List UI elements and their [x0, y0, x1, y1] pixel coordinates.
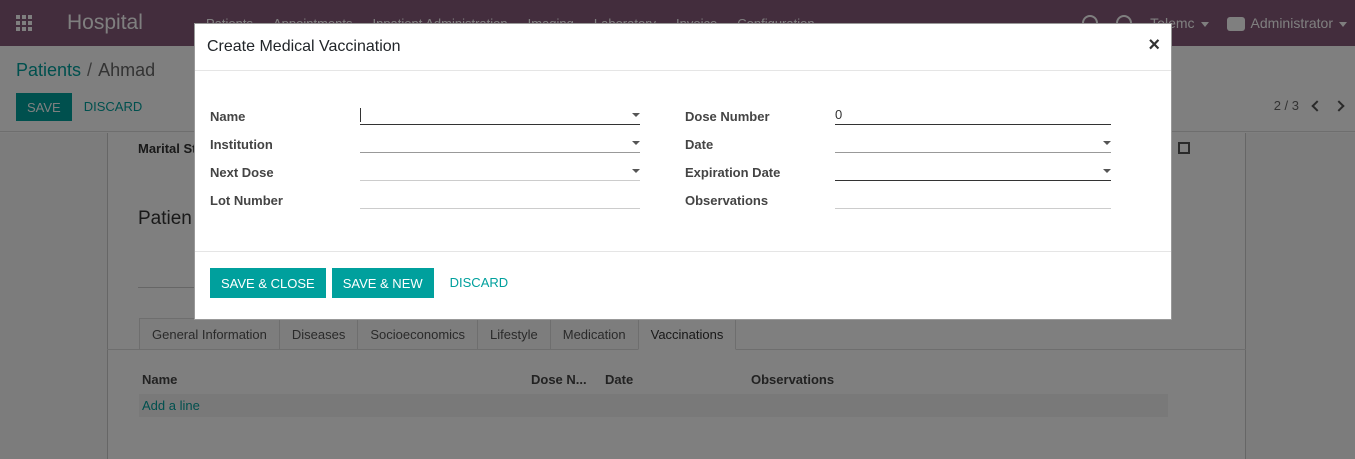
- expiration-date-label: Expiration Date: [685, 165, 781, 180]
- date-field[interactable]: [835, 135, 1111, 153]
- name-label: Name: [210, 109, 246, 124]
- close-icon[interactable]: ×: [1148, 35, 1160, 55]
- create-vaccination-dialog: Create Medical Vaccination × Name Instit…: [194, 23, 1172, 320]
- date-label: Date: [685, 137, 714, 152]
- next-dose-field[interactable]: [360, 163, 640, 181]
- text-cursor: [360, 108, 361, 122]
- expiration-date-field[interactable]: [835, 163, 1111, 181]
- dose-number-field[interactable]: 0: [835, 107, 1111, 125]
- dose-number-label: Dose Number: [685, 109, 770, 124]
- dialog-footer-buttons: SAVE & CLOSE SAVE & NEW DISCARD: [210, 268, 518, 298]
- dialog-footer: SAVE & CLOSE SAVE & NEW DISCARD: [195, 251, 1171, 319]
- dialog-body: Name Institution Next Dose Lot Number Do…: [195, 72, 1171, 251]
- dialog-header: Create Medical Vaccination ×: [195, 24, 1171, 71]
- dose-number-value: 0: [835, 107, 843, 122]
- next-dose-label: Next Dose: [210, 165, 274, 180]
- save-and-close-button[interactable]: SAVE & CLOSE: [210, 268, 326, 298]
- dialog-title: Create Medical Vaccination: [207, 38, 401, 55]
- lot-number-label: Lot Number: [210, 193, 283, 208]
- chevron-down-icon[interactable]: [632, 141, 640, 145]
- chevron-down-icon[interactable]: [1103, 141, 1111, 145]
- institution-field[interactable]: [360, 135, 640, 153]
- institution-label: Institution: [210, 137, 273, 152]
- name-field[interactable]: [360, 107, 640, 125]
- lot-number-field[interactable]: [360, 191, 640, 209]
- chevron-down-icon[interactable]: [632, 169, 640, 173]
- save-and-new-button[interactable]: SAVE & NEW: [331, 268, 434, 298]
- observations-field[interactable]: [835, 191, 1111, 209]
- dialog-discard-button[interactable]: DISCARD: [440, 268, 519, 298]
- observations-label: Observations: [685, 193, 769, 208]
- chevron-down-icon[interactable]: [1103, 169, 1111, 173]
- chevron-down-icon[interactable]: [632, 113, 640, 117]
